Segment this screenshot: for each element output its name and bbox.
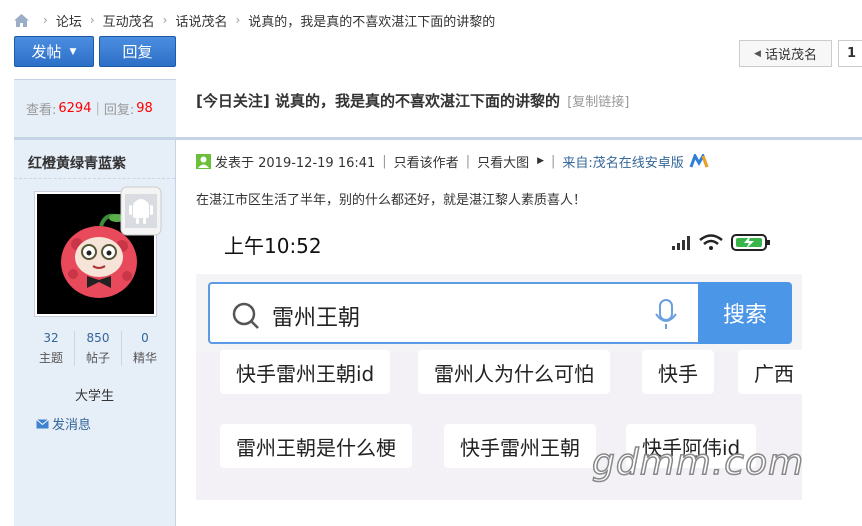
divider	[14, 178, 175, 179]
suggestion-chip: 快手雷州王朝id	[220, 350, 391, 394]
site-watermark: gdmm.com	[591, 441, 805, 484]
author-rank: 大学生	[74, 389, 114, 404]
author-sidebar: 红橙黄绿青蓝紫 32 主题 850 帖子 0 精华 大学生 发消息	[14, 137, 176, 526]
divider: |	[95, 101, 100, 116]
divider	[176, 137, 862, 140]
divider: |	[465, 153, 471, 169]
phone-time: 上午10:52	[224, 234, 322, 258]
stat-topics-label: 主题	[38, 351, 63, 365]
phone-search-bar: 雷州王朝 搜索	[208, 282, 792, 344]
breadcrumb-forum[interactable]: 论坛	[56, 11, 82, 30]
stat-topics[interactable]: 32 主题	[28, 331, 75, 366]
stat-posts-label: 帖子	[85, 351, 110, 365]
phone-search-query: 雷州王朝	[272, 306, 361, 331]
stat-topics-count: 32	[43, 331, 59, 345]
only-author-link[interactable]: 只看该作者	[394, 152, 459, 171]
thread-title-row: [今日关注] 说真的，我是真的不喜欢湛江下面的讲黎的 [复制链接]	[196, 90, 629, 111]
send-message-label: 发消息	[52, 418, 92, 433]
suggestion-chip: 雷州王朝是什么梗	[220, 424, 412, 468]
copy-link-button[interactable]: [复制链接]	[567, 95, 629, 110]
breadcrumb-board[interactable]: 话说茂名	[175, 11, 227, 30]
signal-icon	[672, 236, 690, 250]
suggestion-chip: 广西	[738, 350, 802, 394]
user-online-icon	[196, 153, 211, 169]
wifi-icon	[699, 234, 723, 245]
suggestion-chip: 雷州人为什么可怕	[418, 350, 610, 394]
stat-digest[interactable]: 0 精华	[122, 331, 168, 366]
triangle-left-icon: ◀	[754, 48, 761, 59]
chevron-right-icon: ›	[162, 13, 168, 27]
home-icon[interactable]	[14, 13, 29, 27]
caret-down-icon: ▼	[69, 46, 77, 57]
divider: |	[382, 153, 387, 169]
breadcrumb-section[interactable]: 互动茂名	[103, 11, 155, 30]
send-message-link[interactable]: 发消息	[36, 414, 91, 433]
thread-tag: [今日关注]	[196, 92, 270, 110]
stat-digest-label: 精华	[132, 351, 157, 365]
envelope-icon	[36, 418, 49, 428]
new-post-button[interactable]: 发帖 ▼	[14, 36, 94, 67]
replies-label: 回复:	[103, 103, 135, 118]
replies-count: 98	[136, 101, 153, 116]
phone-status-bar: 上午10:52	[196, 208, 802, 274]
suggestion-chip: 快手	[642, 350, 714, 394]
breadcrumb: › 论坛 › 互动茂名 › 话说茂名 › 说真的，我是真的不喜欢湛江下面的讲黎的	[14, 10, 495, 30]
views-count: 6294	[58, 101, 92, 116]
thread-stats: 查看: 6294 | 回复: 98	[14, 79, 176, 137]
author-stats: 32 主题 850 帖子 0 精华	[28, 331, 168, 366]
breadcrumb-thread[interactable]: 说真的，我是真的不喜欢湛江下面的讲黎的	[248, 11, 495, 30]
back-to-board-button[interactable]: ◀ 话说茂名	[739, 40, 832, 67]
microphone-icon	[655, 299, 677, 329]
post-source-link[interactable]: 来自:茂名在线安卓版	[562, 152, 683, 171]
post-content: 在湛江市区生活了半年，别的什么都还好，就是湛江黎人素质喜人！	[196, 193, 587, 208]
suggestion-chip: 快手雷州王朝	[444, 424, 596, 468]
chevron-right-icon: ›	[89, 13, 95, 27]
views-label: 查看:	[26, 103, 57, 118]
triangle-right-icon: ▶	[537, 156, 545, 166]
thread-title: 说真的，我是真的不喜欢湛江下面的讲黎的	[274, 92, 560, 110]
post-meta: 发表于 2019-12-19 16:41 | 只看该作者 | 只看大图 ▶ | …	[196, 152, 713, 171]
search-icon	[232, 302, 259, 329]
stat-posts-count: 850	[86, 331, 110, 345]
chevron-right-icon: ›	[235, 13, 241, 27]
stat-digest-count: 0	[141, 331, 149, 345]
page-number-label: 1	[847, 46, 857, 61]
phone-search-button: 搜索	[698, 282, 792, 344]
post-timestamp: 发表于 2019-12-19 16:41	[215, 155, 376, 171]
status-icons	[672, 234, 770, 251]
app-logo-icon	[689, 154, 709, 168]
reply-label: 回复	[122, 43, 153, 61]
chevron-right-icon: ›	[43, 13, 48, 27]
new-post-label: 发帖	[31, 43, 62, 61]
android-device-icon	[120, 186, 162, 236]
large-images-link[interactable]: 只看大图	[477, 152, 529, 171]
reply-button[interactable]: 回复	[99, 36, 176, 67]
divider: |	[551, 153, 556, 169]
author-name[interactable]: 红橙黄绿青蓝紫	[28, 153, 126, 173]
back-to-board-label: 话说茂名	[764, 48, 817, 63]
page-number-button[interactable]: 1	[838, 40, 862, 67]
stat-posts[interactable]: 850 帖子	[75, 331, 122, 366]
